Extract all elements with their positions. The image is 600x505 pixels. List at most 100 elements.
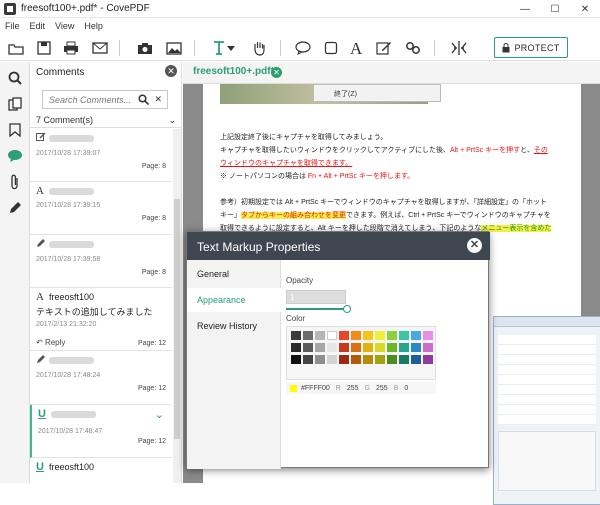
list-item[interactable]: Afreeosft100 テキストの追加してみました 2017/2/13 21:… bbox=[30, 288, 172, 351]
print-icon[interactable] bbox=[60, 38, 82, 58]
color-swatch[interactable] bbox=[327, 343, 337, 352]
color-swatch[interactable] bbox=[327, 331, 337, 340]
protect-button[interactable]: PROTECT bbox=[494, 37, 568, 58]
panel-scrollbar[interactable] bbox=[173, 129, 181, 483]
pages-icon[interactable] bbox=[5, 94, 25, 114]
hand-tool-icon[interactable] bbox=[248, 38, 270, 58]
color-swatch[interactable] bbox=[387, 355, 397, 364]
color-swatch[interactable] bbox=[291, 355, 301, 364]
minimize-button[interactable]: — bbox=[510, 0, 540, 18]
link-icon[interactable] bbox=[402, 38, 424, 58]
color-swatch[interactable] bbox=[315, 343, 325, 352]
popup-menu-image: 終了(Z) bbox=[313, 84, 441, 102]
search-input[interactable]: Search Comments... bbox=[43, 95, 138, 105]
comment-date: 2017/2/13 21:32:20 bbox=[36, 321, 97, 329]
document-tab[interactable]: freesoft100+.pdf* bbox=[193, 66, 274, 77]
search-icon[interactable] bbox=[5, 68, 25, 88]
color-swatch[interactable] bbox=[411, 355, 421, 364]
color-swatch[interactable] bbox=[423, 355, 433, 364]
list-item[interactable]: 2017/10/28 17:39:58 Page: 8 bbox=[30, 235, 172, 288]
opacity-input[interactable]: 1 bbox=[286, 290, 346, 304]
chevron-down-icon[interactable] bbox=[224, 38, 238, 58]
color-swatch[interactable] bbox=[303, 355, 313, 364]
edit-icon[interactable] bbox=[373, 38, 395, 58]
color-swatch[interactable] bbox=[423, 343, 433, 352]
color-swatch[interactable] bbox=[387, 331, 397, 340]
color-swatch[interactable] bbox=[387, 343, 397, 352]
scrollbar-thumb[interactable] bbox=[174, 199, 180, 439]
text-tool-icon[interactable]: A bbox=[345, 38, 367, 58]
menu-edit[interactable]: Edit bbox=[25, 21, 51, 31]
menu-view[interactable]: View bbox=[50, 21, 79, 31]
clear-search-icon[interactable]: ✕ bbox=[154, 94, 162, 105]
color-swatch[interactable] bbox=[291, 343, 301, 352]
tab-appearance[interactable]: Appearance bbox=[197, 295, 246, 305]
list-item[interactable]: 2017/10/28 17:39:07 Page: 8 bbox=[30, 129, 172, 182]
opacity-slider-knob[interactable] bbox=[343, 305, 351, 313]
underline-icon: U bbox=[38, 408, 46, 421]
color-swatch[interactable] bbox=[315, 331, 325, 340]
list-item[interactable]: 2017/10/28 17:48:24 Page: 12 bbox=[30, 351, 172, 405]
close-tab-icon[interactable]: ✕ bbox=[271, 67, 282, 78]
compare-icon[interactable] bbox=[448, 38, 470, 58]
attachment-icon[interactable] bbox=[5, 172, 25, 192]
rectangle-icon[interactable] bbox=[320, 38, 342, 58]
tab-general[interactable]: General bbox=[197, 269, 229, 279]
chevron-down-icon[interactable]: ⌄ bbox=[168, 114, 176, 127]
menu-file[interactable]: File bbox=[0, 21, 25, 31]
comments-panel-icon[interactable] bbox=[5, 146, 25, 166]
reply-button[interactable]: ↶ Reply bbox=[36, 338, 65, 347]
color-swatch[interactable] bbox=[375, 343, 385, 352]
maximize-button[interactable]: ☐ bbox=[540, 0, 570, 18]
image-icon[interactable] bbox=[163, 38, 185, 58]
color-swatch[interactable] bbox=[411, 343, 421, 352]
save-icon[interactable] bbox=[33, 38, 55, 58]
menu-help[interactable]: Help bbox=[79, 21, 108, 31]
color-swatch[interactable] bbox=[291, 331, 301, 340]
color-swatch[interactable] bbox=[327, 355, 337, 364]
color-swatch[interactable] bbox=[375, 355, 385, 364]
color-swatch[interactable] bbox=[315, 355, 325, 364]
color-swatch[interactable] bbox=[363, 343, 373, 352]
search-icon[interactable] bbox=[138, 94, 150, 105]
color-swatch[interactable] bbox=[339, 331, 349, 340]
color-swatch[interactable] bbox=[411, 331, 421, 340]
comment-page: Page: 12 bbox=[137, 340, 166, 347]
open-folder-icon[interactable] bbox=[5, 38, 27, 58]
color-swatch[interactable] bbox=[303, 343, 313, 352]
color-swatch[interactable] bbox=[351, 343, 361, 352]
signature-pen-icon[interactable] bbox=[5, 198, 25, 218]
close-window-button[interactable]: ✕ bbox=[570, 0, 600, 18]
color-swatch[interactable] bbox=[351, 331, 361, 340]
color-swatch[interactable] bbox=[399, 355, 409, 364]
list-item[interactable]: A 2017/10/28 17:39:15 Page: 8 bbox=[30, 182, 172, 235]
email-icon[interactable] bbox=[89, 38, 111, 58]
list-item-selected[interactable]: U ⌄ 2017/10/28 17:48:47 Page: 12 bbox=[30, 405, 172, 458]
color-swatch[interactable] bbox=[399, 343, 409, 352]
opacity-slider[interactable] bbox=[286, 308, 348, 310]
color-swatch[interactable] bbox=[303, 331, 313, 340]
comment-author: freeosft100 bbox=[49, 292, 95, 303]
bookmark-icon[interactable] bbox=[5, 120, 25, 140]
chevron-down-icon[interactable]: ⌄ bbox=[155, 408, 164, 421]
list-item[interactable]: Ufreeosft100 bbox=[30, 458, 172, 478]
b-value[interactable]: 0 bbox=[404, 385, 408, 392]
close-dialog-icon[interactable]: ✕ bbox=[467, 238, 482, 253]
color-swatch[interactable] bbox=[423, 331, 433, 340]
color-swatch[interactable] bbox=[339, 355, 349, 364]
tab-review-history[interactable]: Review History bbox=[197, 321, 257, 331]
color-swatch[interactable] bbox=[375, 331, 385, 340]
color-swatch[interactable] bbox=[399, 331, 409, 340]
comment-bubble-icon[interactable] bbox=[292, 38, 314, 58]
color-swatch[interactable] bbox=[363, 331, 373, 340]
color-swatch[interactable] bbox=[339, 343, 349, 352]
color-swatch[interactable] bbox=[363, 355, 373, 364]
close-panel-icon[interactable]: ✕ bbox=[165, 65, 177, 77]
color-swatch[interactable] bbox=[351, 355, 361, 364]
comment-count-row[interactable]: 7 Comment(s) ⌄ bbox=[30, 114, 181, 128]
camera-icon[interactable] bbox=[134, 38, 156, 58]
search-comments-field[interactable]: Search Comments... ✕ bbox=[42, 90, 168, 109]
r-value[interactable]: 255 bbox=[347, 385, 359, 392]
g-value[interactable]: 255 bbox=[376, 385, 388, 392]
hex-value[interactable]: #FFFF00 bbox=[301, 385, 330, 392]
